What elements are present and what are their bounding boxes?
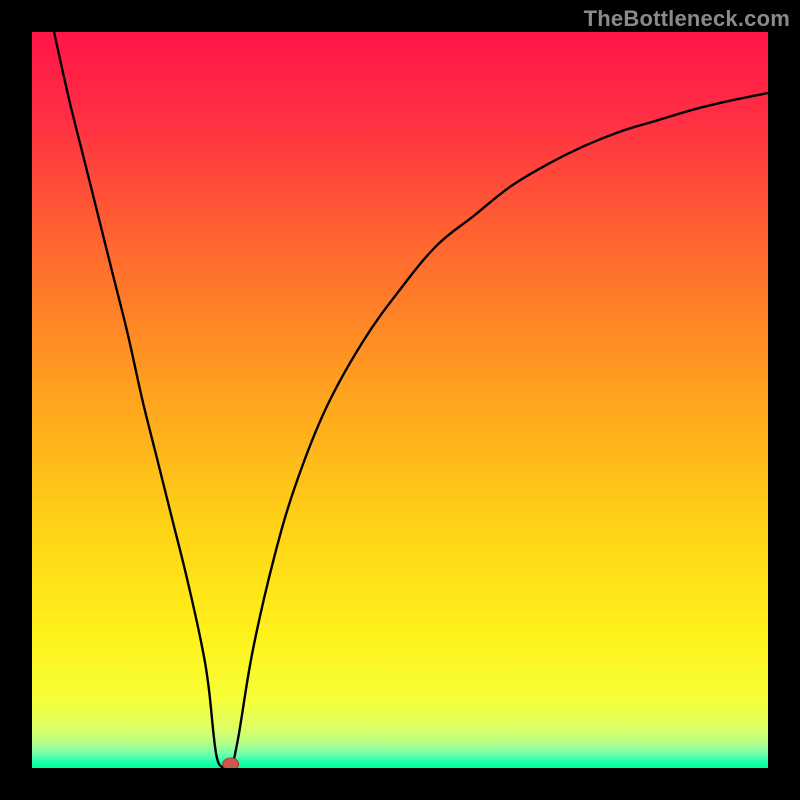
plot-area <box>32 32 768 768</box>
chart-svg <box>32 32 768 768</box>
watermark-text: TheBottleneck.com <box>584 6 790 32</box>
minimum-marker <box>223 758 239 768</box>
chart-frame: TheBottleneck.com <box>0 0 800 800</box>
